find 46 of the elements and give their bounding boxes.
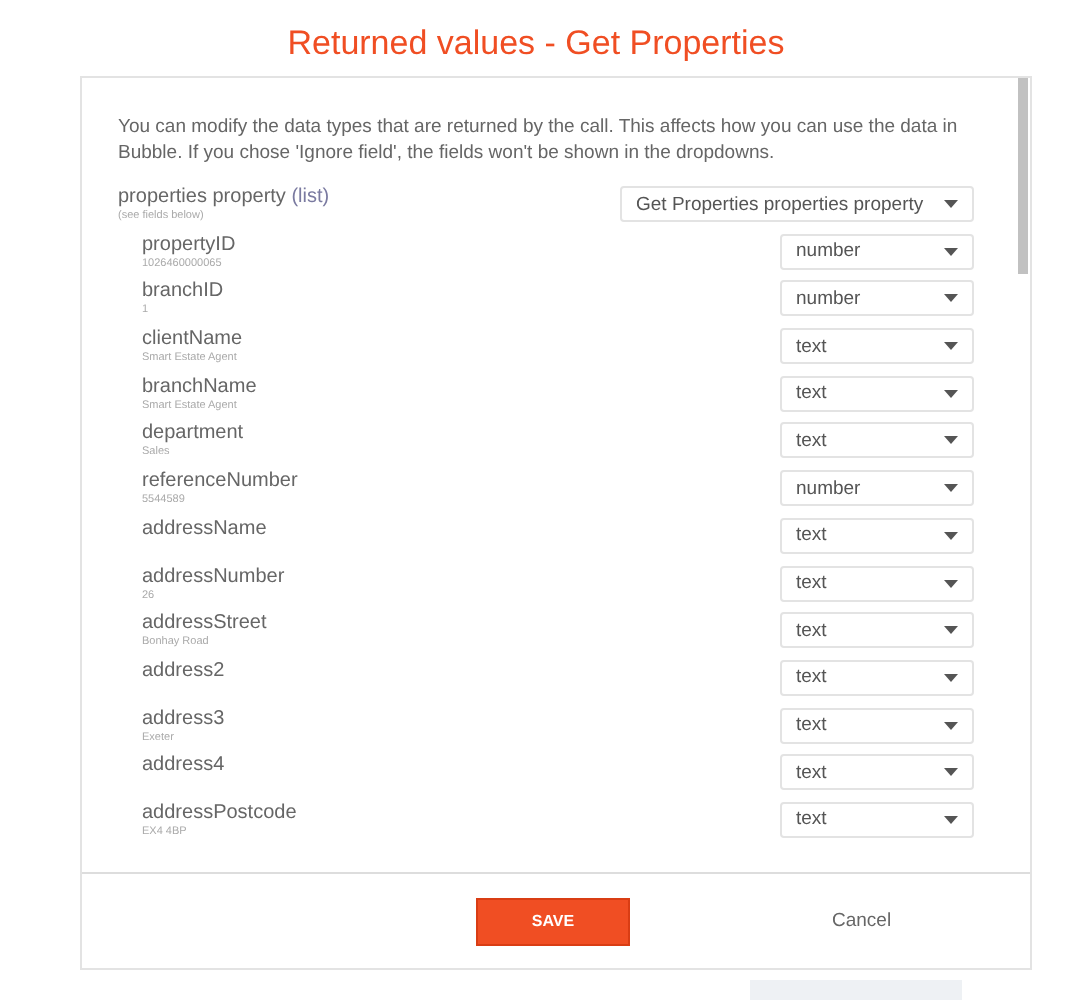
type-dropdown[interactable]: text bbox=[780, 659, 974, 696]
caret-icon bbox=[944, 436, 958, 445]
type-dropdown[interactable]: text bbox=[780, 565, 974, 601]
field-name: addressName bbox=[142, 517, 267, 542]
field-name: addressPostcode bbox=[142, 801, 297, 826]
caret-icon bbox=[944, 815, 958, 824]
type-dropdown[interactable]: text bbox=[780, 517, 974, 554]
type-dropdown[interactable]: number bbox=[780, 233, 974, 270]
type-dropdown[interactable]: text bbox=[780, 801, 974, 838]
field-name: branchID bbox=[142, 280, 224, 304]
caret-icon bbox=[944, 200, 958, 208]
caret-icon bbox=[944, 673, 958, 682]
field-name: address4 bbox=[142, 754, 225, 779]
field-name: addressNumber bbox=[142, 565, 285, 589]
type-dropdown[interactable]: number bbox=[780, 470, 974, 507]
type-dropdown[interactable]: text bbox=[780, 754, 974, 791]
cancel-button[interactable]: Cancel bbox=[824, 906, 900, 936]
field-name: addressStreet bbox=[142, 612, 267, 636]
caret-icon bbox=[944, 531, 958, 540]
type-dropdown[interactable]: number bbox=[780, 280, 974, 317]
field-name: address3 bbox=[142, 707, 225, 732]
type-dropdown[interactable]: text bbox=[780, 422, 974, 459]
caret-icon bbox=[944, 579, 958, 587]
type-dropdown[interactable]: text bbox=[780, 375, 974, 412]
caret-icon bbox=[944, 247, 958, 256]
field-name: address2 bbox=[142, 659, 225, 684]
caret-icon bbox=[944, 342, 958, 351]
type-dropdown[interactable]: text bbox=[780, 707, 974, 744]
caret-icon bbox=[944, 389, 958, 398]
type-dropdown[interactable]: text bbox=[780, 612, 974, 649]
type-dropdown[interactable]: text bbox=[780, 328, 974, 365]
caret-icon bbox=[944, 484, 958, 493]
caret-icon bbox=[944, 721, 958, 730]
save-button[interactable]: SAVE bbox=[476, 897, 630, 945]
type-dropdown[interactable]: Get Properties properties property bbox=[620, 186, 974, 222]
intro-text: You can modify the data types that are returned by the call. This affects how you can use the data in Bubble. If you chose 'Ignore field', the fields won't be shown in the dropdowns. bbox=[118, 114, 960, 166]
caret-icon bbox=[944, 768, 958, 777]
field-name: properties property (list) bbox=[118, 186, 330, 210]
field-name: clientName bbox=[142, 328, 243, 352]
field-name: propertyID bbox=[142, 233, 236, 258]
caret-icon bbox=[944, 294, 958, 303]
field-name: referenceNumber bbox=[142, 470, 298, 494]
field-name: department bbox=[142, 422, 244, 446]
dialog-title: Returned values - Get Properties bbox=[285, 22, 787, 66]
caret-icon bbox=[944, 626, 958, 635]
field-name: branchName bbox=[142, 375, 257, 400]
